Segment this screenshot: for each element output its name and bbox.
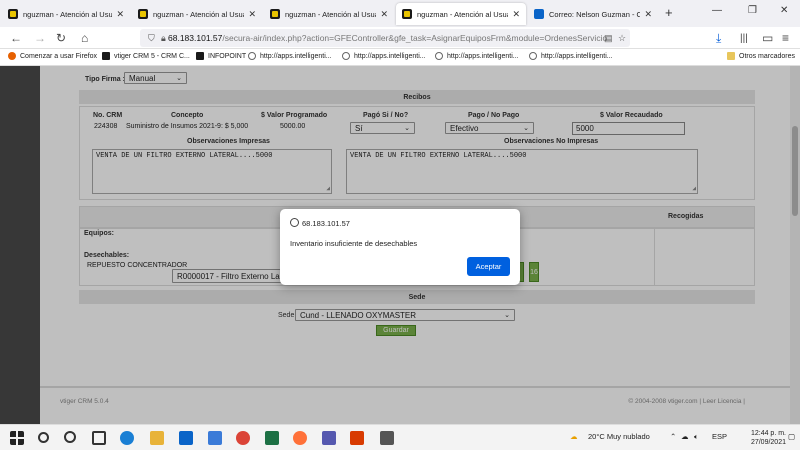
bookmark-item[interactable]: vtiger CRM 5 - CRM C... <box>102 52 190 60</box>
downloads-icon[interactable]: ⤓ <box>716 31 721 46</box>
home-icon[interactable]: ⌂ <box>81 31 88 45</box>
bookmark-item[interactable]: http://apps.intelligenti... <box>342 52 426 60</box>
close-tab-icon[interactable]: ✕ <box>248 9 256 20</box>
browser-tab-5[interactable]: Correo: Nelson Guzman - Outlo ✕ <box>528 3 658 25</box>
dialog-host: 68.183.101.57 <box>302 219 350 228</box>
tab-title: nguzman - Atención al Usuario <box>285 9 376 19</box>
accept-button[interactable]: Aceptar <box>467 257 510 276</box>
library-icon[interactable]: ||| <box>740 33 748 44</box>
bookmark-item[interactable]: Comenzar a usar Firefox <box>8 52 97 60</box>
navigation-bar: ← → ↻ ⌂ 68.183.101.57 /secura-air/index.… <box>0 27 800 49</box>
firefox-icon <box>8 52 16 60</box>
cortana-icon[interactable] <box>64 431 76 443</box>
bookmark-item[interactable]: http://apps.intelligenti... <box>248 52 332 60</box>
teams-icon[interactable] <box>322 431 336 445</box>
tray-chevron-icon[interactable]: ⌃ <box>670 432 676 441</box>
tab-title: Correo: Nelson Guzman - Outlo <box>549 9 641 19</box>
minimize-icon[interactable]: — <box>712 5 722 16</box>
other-bookmarks[interactable]: Otros marcadores <box>727 52 795 60</box>
weather-text[interactable]: 20°C Muy nublado <box>588 432 650 441</box>
outlook-icon <box>534 9 544 19</box>
notifications-icon[interactable]: ▢ <box>788 432 795 441</box>
close-window-icon[interactable]: ✕ <box>780 5 788 16</box>
bookmark-item[interactable]: http://apps.intelligenti... <box>529 52 613 60</box>
bookmark-item[interactable]: http://apps.intelligenti... <box>435 52 519 60</box>
browser-tab-1[interactable]: nguzman - Atención al Usuario ✕ <box>2 3 130 25</box>
search-icon[interactable] <box>38 432 49 443</box>
globe-icon <box>435 52 443 60</box>
snipping-tool-icon[interactable] <box>380 431 394 445</box>
globe-icon <box>248 52 256 60</box>
sidebar-icon[interactable]: ▭ <box>762 31 773 45</box>
url-bar[interactable]: 68.183.101.57 /secura-air/index.php?acti… <box>140 29 630 47</box>
browser-tab-3[interactable]: nguzman - Atención al Usuario ✕ <box>264 3 394 25</box>
shield-icon[interactable]: ⛉ <box>148 33 155 44</box>
chrome-icon[interactable] <box>236 431 250 445</box>
bookmark-label: http://apps.intelligenti... <box>354 52 426 60</box>
bookmark-label: http://apps.intelligenti... <box>447 52 519 60</box>
bookmark-item[interactable]: INFOPOINT <box>196 52 246 60</box>
excel-icon[interactable] <box>265 431 279 445</box>
windows-start-icon[interactable] <box>10 431 24 445</box>
url-host: 68.183.101.57 <box>168 33 223 43</box>
menu-icon[interactable]: ≡ <box>782 31 789 45</box>
tab-title: nguzman - Atención al Usuario <box>23 9 113 19</box>
close-tab-icon[interactable]: ✕ <box>380 9 388 20</box>
volume-icon[interactable]: 🔈︎ <box>694 432 699 442</box>
tab-title: nguzman - Atención al Usuario <box>417 9 508 19</box>
weather-icon: ☁ <box>570 432 578 441</box>
browser-tab-4-active[interactable]: nguzman - Atención al Usuario ✕ <box>396 3 526 25</box>
bookmark-label: Comenzar a usar Firefox <box>20 52 98 60</box>
tab-title: nguzman - Atención al Usuario <box>153 9 244 19</box>
vtiger-icon <box>270 9 280 19</box>
browser-tab-2[interactable]: nguzman - Atención al Usuario ✕ <box>132 3 262 25</box>
globe-icon <box>342 52 350 60</box>
back-icon[interactable]: ← <box>10 31 22 45</box>
task-view-icon[interactable] <box>92 431 106 445</box>
dialog-message: Inventario insuficiente de desechables <box>290 239 418 248</box>
firefox-icon[interactable] <box>293 431 307 445</box>
vtiger-icon <box>8 9 18 19</box>
forward-icon[interactable]: → <box>34 31 46 45</box>
globe-icon <box>529 52 537 60</box>
windows-taskbar: ☁ 20°C Muy nublado ⌃ ☁ 🔈︎ ESP 12:44 p. m… <box>0 424 800 450</box>
vtiger-icon <box>196 52 204 60</box>
new-tab-icon[interactable]: + <box>665 5 673 20</box>
file-explorer-icon[interactable] <box>150 431 164 445</box>
bookmark-label: http://apps.intelligenti... <box>541 52 613 60</box>
language-indicator[interactable]: ESP <box>712 432 727 441</box>
close-tab-icon[interactable]: ✕ <box>644 9 652 20</box>
bookmark-star-icon[interactable]: ☆ <box>618 33 626 44</box>
bookmark-label: http://apps.intelligenti... <box>260 52 332 60</box>
tab-strip: nguzman - Atención al Usuario ✕ nguzman … <box>0 0 800 27</box>
lock-icon[interactable]: 🔒︎ <box>161 33 166 44</box>
globe-icon <box>290 218 299 227</box>
vtiger-icon <box>402 9 412 19</box>
clock-time: 12:44 p. m. <box>750 430 786 437</box>
alert-dialog: 68.183.101.57 Inventario insuficiente de… <box>280 209 520 285</box>
close-tab-icon[interactable]: ✕ <box>512 9 520 20</box>
bookmark-label: INFOPOINT <box>208 52 247 60</box>
system-clock[interactable]: 12:44 p. m. 27/09/2021 <box>751 429 786 447</box>
bookmark-label: vtiger CRM 5 - CRM C... <box>114 52 190 60</box>
edge-icon[interactable] <box>120 431 134 445</box>
close-tab-icon[interactable]: ✕ <box>116 9 124 20</box>
bookmarks-bar: Comenzar a usar Firefox vtiger CRM 5 - C… <box>0 49 800 66</box>
folder-icon <box>727 52 735 60</box>
clock-date: 27/09/2021 <box>750 439 786 446</box>
vtiger-icon <box>138 9 148 19</box>
other-bookmarks-label: Otros marcadores <box>739 52 796 60</box>
restore-icon[interactable]: ❐ <box>748 5 757 16</box>
reload-icon[interactable]: ↻ <box>56 31 66 45</box>
network-icon[interactable]: ☁ <box>681 432 689 441</box>
reader-view-icon[interactable]: ▤ <box>604 33 613 44</box>
mail-icon[interactable] <box>179 431 193 445</box>
url-path: /secura-air/index.php?action=GFEControll… <box>222 33 608 43</box>
vtiger-icon <box>102 52 110 60</box>
powerpoint-icon[interactable] <box>350 431 364 445</box>
store-icon[interactable] <box>208 431 222 445</box>
